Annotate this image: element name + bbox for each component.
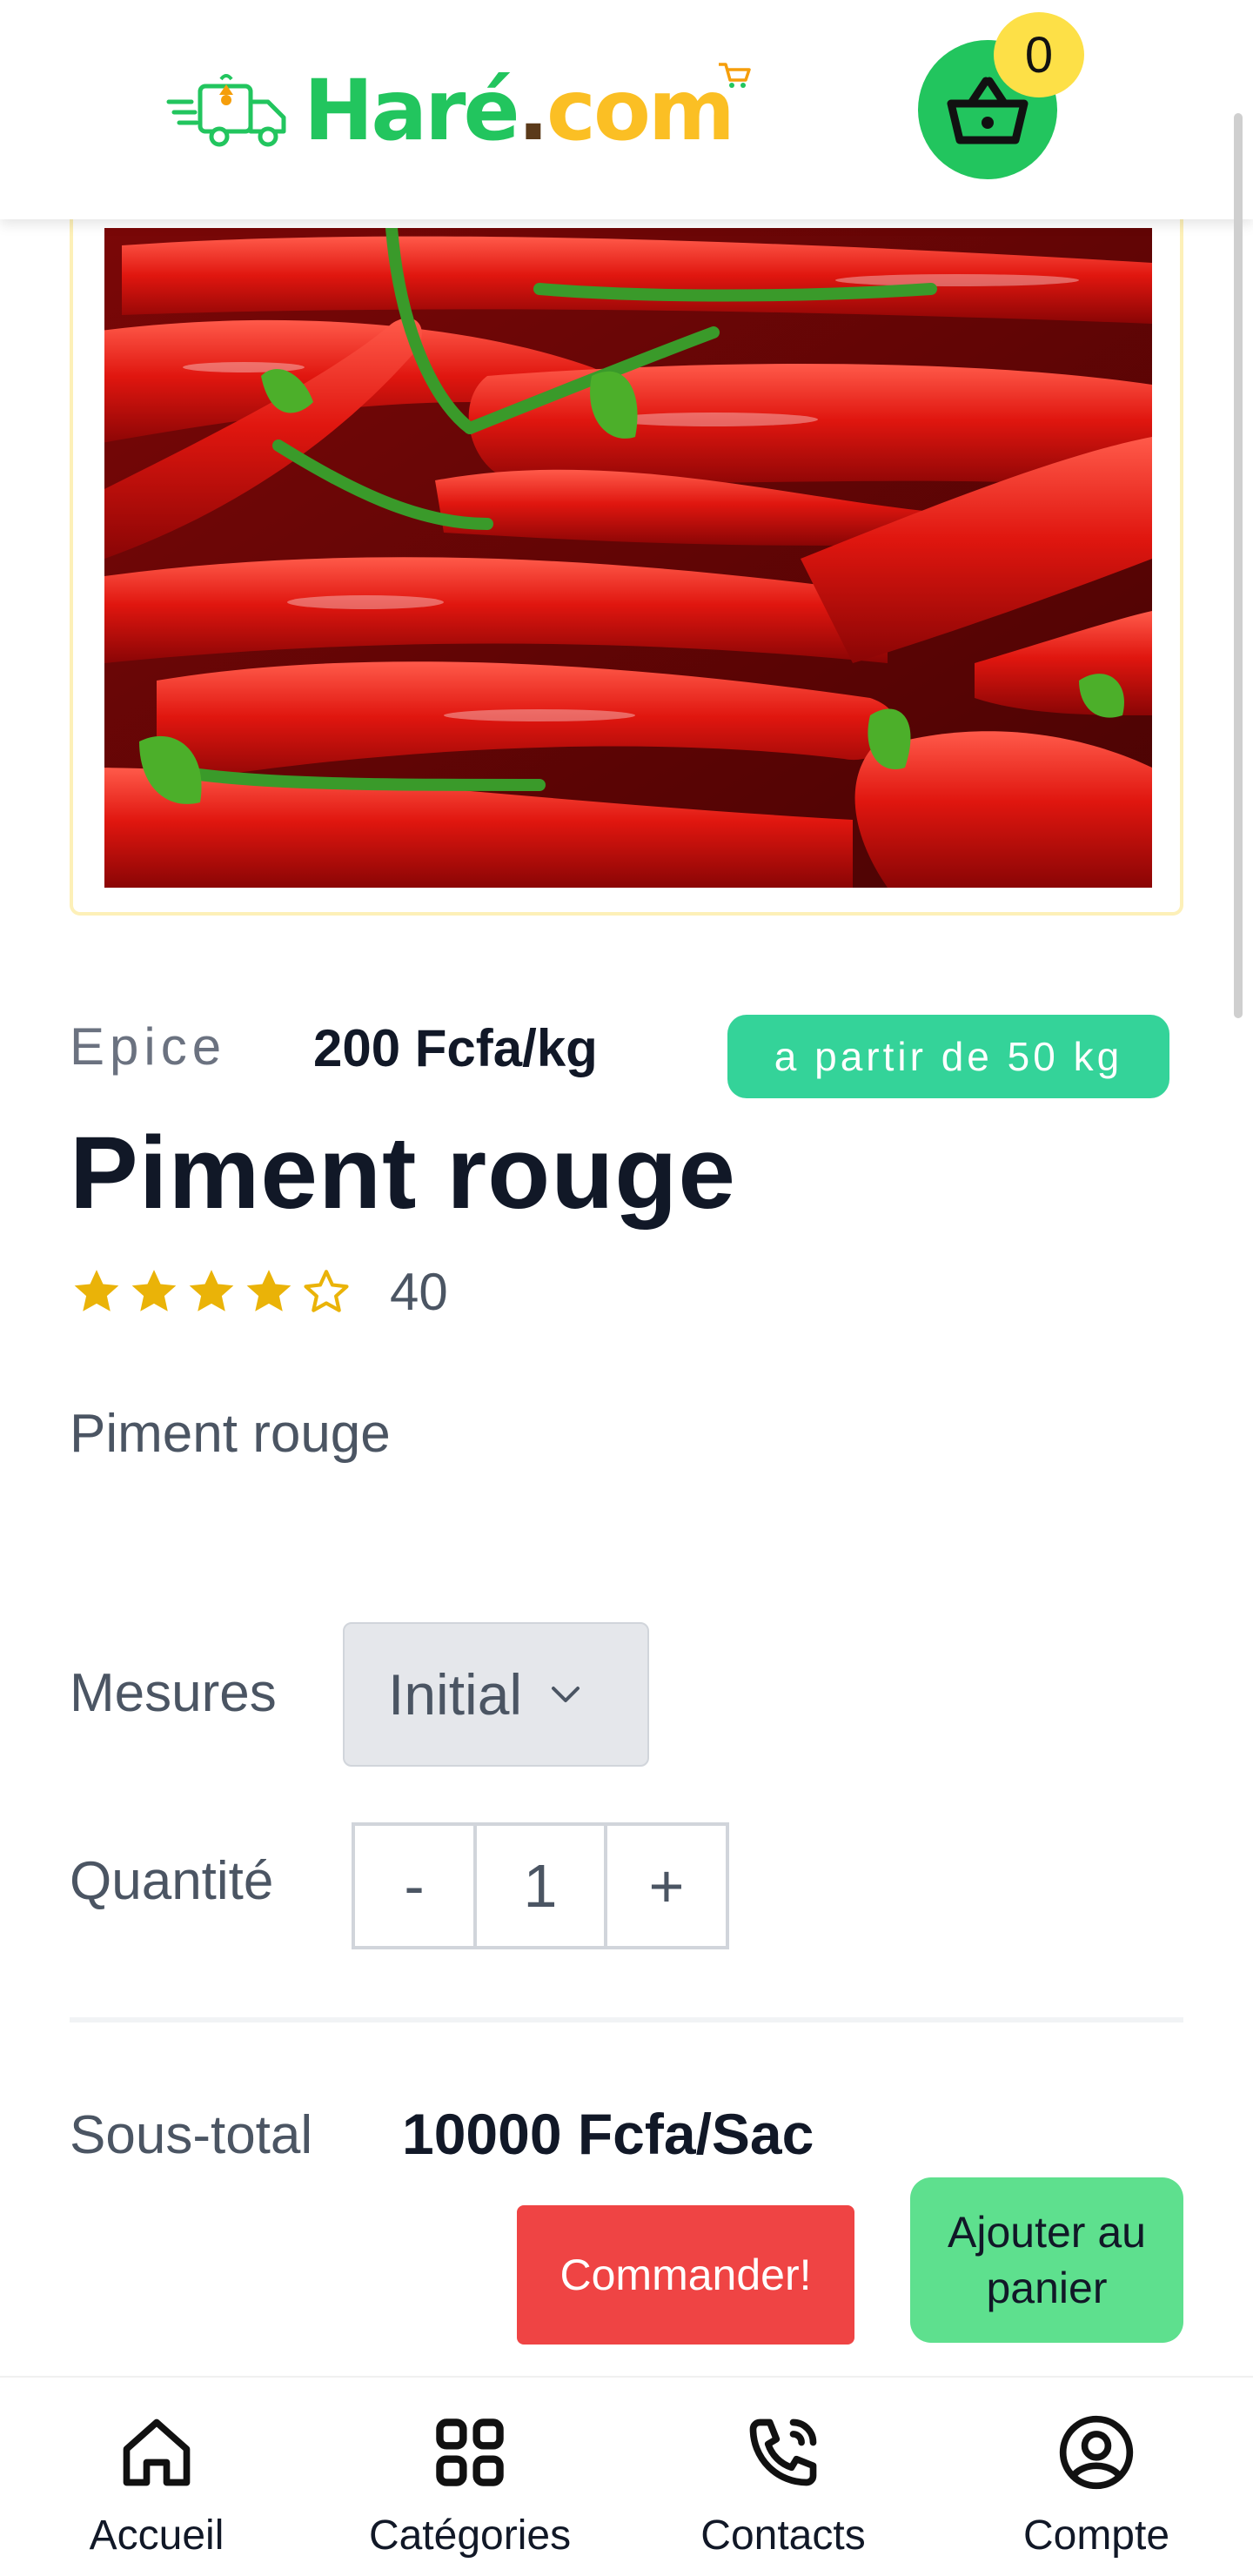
order-button[interactable]: Commander! — [517, 2205, 854, 2345]
page-scrollbar[interactable] — [1234, 113, 1243, 1018]
nav-item-label: Catégories — [368, 2512, 572, 2559]
rating-stars — [70, 1265, 353, 1319]
brand-logo[interactable]: Haré. com — [165, 54, 751, 167]
mini-cart-icon — [718, 63, 751, 88]
measures-selected-value: Initial — [388, 1662, 523, 1727]
star-filled-icon — [131, 1270, 177, 1311]
app-header: Haré. com 0 — [0, 0, 1253, 219]
product-image-frame — [70, 174, 1183, 916]
product-description: Piment rouge — [70, 1404, 391, 1464]
measures-select[interactable]: Initial — [343, 1622, 649, 1767]
product-image — [104, 228, 1152, 888]
product-price: 200 Fcfa/kg — [313, 1019, 598, 1077]
chevron-down-icon — [552, 1687, 580, 1702]
nav-item-contacts[interactable]: Contacts — [679, 2412, 888, 2559]
star-filled-icon — [74, 1270, 119, 1311]
cart-count-badge: 0 — [994, 12, 1084, 97]
nav-item-label: Compte — [1022, 2512, 1170, 2559]
min-quantity-badge: a partir de 50 kg — [727, 1015, 1169, 1098]
nav-item-account[interactable]: Compte — [992, 2412, 1201, 2559]
brand-main: Haré — [304, 62, 520, 159]
rating-count: 40 — [390, 1263, 448, 1321]
home-icon — [123, 2418, 191, 2486]
measures-label: Mesures — [70, 1663, 277, 1723]
divider — [70, 2017, 1183, 2023]
grid-icon — [436, 2418, 504, 2486]
add-to-cart-button[interactable]: Ajouter au panier — [910, 2177, 1183, 2343]
quantity-input[interactable]: 1 — [477, 1826, 607, 1946]
quantity-increase-button[interactable]: + — [607, 1826, 726, 1946]
star-empty-icon — [304, 1270, 349, 1312]
account-icon — [1059, 2415, 1134, 2490]
nav-item-home[interactable]: Accueil — [78, 2412, 235, 2559]
star-filled-icon — [246, 1270, 291, 1311]
bottom-navigation: Accueil Catégories Contacts Compte — [0, 2376, 1253, 2576]
brand-name: Haré. com — [304, 62, 735, 159]
quantity-decrease-button[interactable]: - — [355, 1826, 477, 1946]
delivery-truck-icon — [166, 74, 286, 147]
product-category: Epice — [70, 1017, 227, 1076]
quantity-stepper: - 1 + — [352, 1822, 729, 1949]
subtotal-label: Sous-total — [70, 2105, 313, 2165]
star-filled-icon — [189, 1270, 234, 1311]
nav-item-label: Accueil — [89, 2512, 224, 2559]
subtotal-value: 10000 Fcfa/Sac — [402, 2102, 814, 2166]
nav-item-categories[interactable]: Catégories — [348, 2412, 592, 2559]
nav-item-label: Contacts — [700, 2512, 866, 2559]
brand-dot: . — [517, 62, 550, 159]
brand-tld: com — [546, 62, 735, 159]
quantity-label: Quantité — [70, 1851, 274, 1911]
product-title: Piment rouge — [70, 1116, 736, 1231]
phone-icon — [749, 2418, 817, 2486]
